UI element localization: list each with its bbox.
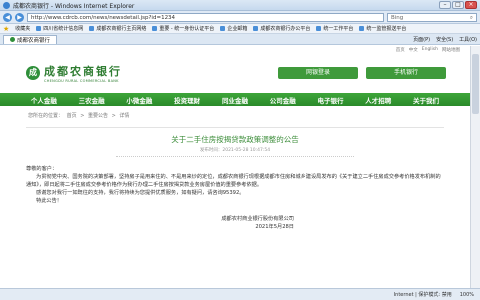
favorite-label: 统一工作平台 [323,26,354,32]
nav-item-ebank[interactable]: 电子银行 [317,95,343,105]
page-menu[interactable]: 页面(P) [413,36,430,43]
browser-tab[interactable]: 成都农商银行 [3,34,58,44]
logo-cn: 成都农商银行 [44,65,122,78]
nav-item-personal[interactable]: 个人金融 [31,95,57,105]
page-icon [152,26,158,31]
sign-date: 2021年5月28日 [255,224,294,230]
close-button[interactable]: × [465,1,477,9]
online-banking-login-button[interactable]: 网银登录 [278,67,358,79]
nav-item-corporate[interactable]: 公司金融 [270,95,296,105]
favorite-item[interactable]: 成都农商银行主页网络 [89,25,146,32]
address-bar: ◀ ▶ http://www.cdrcb.com/news/newsdetail… [0,11,480,24]
breadcrumb-separator: > [80,113,85,119]
article-signature: 成都农村商业银行股份有限公司 2021年5月28日 [26,215,444,231]
page-icon [89,26,95,31]
search-input[interactable]: Bing ⌕ [387,12,477,22]
favorite-item[interactable]: 统一工作平台 [316,25,353,32]
article-title: 关于二手住房按揭贷款政策调整的公告 [171,135,299,144]
title-bar: 成都农商银行 - Windows Internet Explorer – □ × [0,0,480,11]
favorite-item[interactable]: 统一监管报送平台 [359,25,406,32]
nav-item-careers[interactable]: 人才招聘 [365,95,391,105]
breadcrumb-announcements[interactable]: 重要公告 [88,113,108,119]
page-icon [220,26,226,31]
favorite-item[interactable]: 企业邮箱 [220,25,247,32]
favorites-star-icon[interactable]: ★ [3,25,9,33]
article-greeting: 尊敬的客户： [26,166,58,172]
breadcrumb: 您所在的位置： 首页 > 重要公告 > 详情 [0,106,470,119]
command-bar: 页面(P) 安全(S) 工具(O) [413,36,477,43]
vertical-scrollbar[interactable] [470,46,480,288]
bank-logo[interactable]: 成 成都农商银行 CHENGDU RURAL COMMERCIAL BANK [26,63,122,83]
logo-en: CHENGDU RURAL COMMERCIAL BANK [44,79,119,83]
nav-item-agriculture[interactable]: 三农金融 [79,95,105,105]
nav-item-interbank[interactable]: 同业金融 [222,95,248,105]
favorite-label: 企业邮箱 [227,26,248,32]
page-icon [359,26,365,31]
favorite-label: 四川省统计信息网 [43,26,84,32]
maximize-button[interactable]: □ [452,1,464,9]
status-bar: Internet | 保护模式: 禁用 100% [0,288,480,300]
article-paragraph: 为贯彻党中央、国务院的决策部署，坚持房子是用来住的、不是用来炒的定位，成都农商银… [26,174,441,188]
favorite-item[interactable]: 四川省统计信息网 [36,25,83,32]
tab-bar: 成都农商银行 页面(P) 安全(S) 工具(O) [0,34,480,45]
breadcrumb-prefix: 您所在的位置： [28,113,64,119]
url-input[interactable]: http://www.cdrcb.com/news/newsdetail.jsp… [27,12,384,22]
article: 关于二手住房按揭贷款政策调整的公告 发布时间：2021-05-28 10:47:… [26,127,444,231]
top-links: 首页 中文 English 网站地图 [0,46,470,53]
favorite-label: 成都农商银行主页网络 [96,26,147,32]
browser-window: 成都农商银行 - Windows Internet Explorer – □ ×… [0,0,480,300]
favorite-label: 重要 - 统一身份认证平台 [159,26,215,32]
ie-icon [3,1,10,9]
site-header: 成 成都农商银行 CHENGDU RURAL COMMERCIAL BANK 网… [0,53,470,93]
back-icon[interactable]: ◀ [3,12,12,22]
breadcrumb-separator: > [111,113,116,119]
minimize-button[interactable]: – [439,1,451,9]
forward-icon[interactable]: ▶ [15,12,24,22]
article-meta: 发布时间：2021-05-28 10:47:54 [116,145,354,157]
tab-label: 成都农商银行 [17,37,51,44]
favorite-label: 成都农商银行办公平台 [260,26,311,32]
signer-name: 成都农村商业银行股份有限公司 [221,216,294,222]
site-favicon-icon [10,37,15,42]
mobile-banking-button[interactable]: 手机银行 [366,67,446,79]
nav-item-investment[interactable]: 投资理财 [174,95,200,105]
favorites-label[interactable]: 收藏夹 [15,25,30,32]
favorite-item[interactable]: 成都农商银行办公平台 [253,25,310,32]
window-title: 成都农商银行 - Windows Internet Explorer [13,2,135,10]
scrollbar-thumb[interactable] [472,54,479,114]
nav-item-smallbiz[interactable]: 小微金融 [126,95,152,105]
web-page: 首页 中文 English 网站地图 成 成都农商银行 CHENGDU RURA… [0,46,470,288]
security-zone: Internet | 保护模式: 禁用 [393,292,452,298]
article-body: 尊敬的客户： 为贯彻党中央、国务院的决策部署，坚持房子是用来住的、不是用来炒的定… [26,157,444,205]
zoom-level[interactable]: 100% [460,292,474,298]
search-icon[interactable]: ⌕ [470,14,473,21]
page-icon [36,26,42,31]
page-icon [316,26,322,31]
article-paragraph: 感谢您对我行一如既往的支持，我行将持续为您提供优质服务，如有疑问，请咨询9539… [36,190,245,196]
page-icon [253,26,259,31]
favorites-bar: ★ 收藏夹 四川省统计信息网 成都农商银行主页网络 重要 - 统一身份认证平台 … [0,24,480,34]
breadcrumb-home[interactable]: 首页 [67,113,77,119]
breadcrumb-current: 详情 [119,113,130,119]
favorite-label: 统一监管报送平台 [366,26,407,32]
search-placeholder: Bing [391,14,404,21]
bank-emblem-icon: 成 [26,66,40,80]
tools-menu[interactable]: 工具(O) [459,36,477,43]
main-nav: 个人金融 三农金融 小微金融 投资理财 同业金融 公司金融 电子银行 人才招聘 … [0,93,470,106]
favorite-item[interactable]: 重要 - 统一身份认证平台 [152,25,214,32]
safety-menu[interactable]: 安全(S) [436,36,453,43]
article-paragraph: 特此公告！ [36,198,62,204]
nav-item-about[interactable]: 关于我们 [413,95,439,105]
